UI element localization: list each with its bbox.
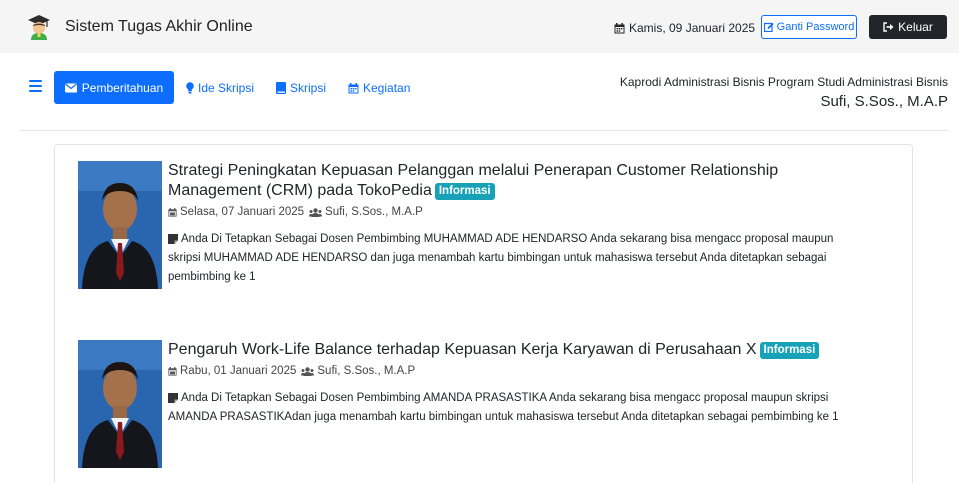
nav-item-ide-skripsi[interactable]: Ide Skripsi [186, 81, 254, 95]
sign-out-icon [883, 22, 894, 32]
nav-label: Pemberitahuan [81, 80, 164, 95]
note-icon [168, 234, 178, 244]
profile-photo [78, 340, 162, 468]
menu-toggle-icon[interactable] [29, 80, 42, 92]
logout-button[interactable]: Keluar [869, 15, 947, 39]
logout-label: Keluar [898, 20, 933, 34]
nav-item-skripsi[interactable]: Skripsi [276, 81, 326, 95]
nav-label: Kegiatan [363, 81, 411, 95]
graduate-logo-icon [28, 15, 50, 40]
users-icon [309, 207, 323, 217]
nav-label: Ide Skripsi [198, 81, 255, 95]
note-icon [168, 393, 178, 403]
users-icon [301, 366, 315, 376]
change-password-label: Ganti Password [776, 21, 855, 33]
calendar-icon [614, 22, 625, 33]
notification-body: Pengaruh Work-Life Balance terhadap Kepu… [168, 340, 868, 427]
envelope-icon [64, 83, 77, 92]
nav-item-pemberitahuan[interactable]: Pemberitahuan [54, 71, 174, 104]
app-title: Sistem Tugas Akhir Online [65, 18, 253, 35]
notification-body: Strategi Peningkatan Kepuasan Pelanggan … [168, 161, 868, 287]
notification-description: Anda Di Tetapkan Sebagai Dosen Pembimbin… [168, 233, 834, 283]
date-text: Kamis, 09 Januari 2025 [629, 21, 756, 35]
calendar-icon [168, 207, 177, 217]
user-role: Kaprodi Administrasi Bisnis Program Stud… [619, 75, 948, 89]
nav-item-kegiatan[interactable]: Kegiatan [348, 81, 410, 95]
notification-meta: Rabu, 01 Januari 2025 Sufi, S.Sos., M.A.… [168, 365, 868, 377]
top-bar: Sistem Tugas Akhir Online Kamis, 09 Janu… [0, 0, 959, 53]
edit-icon [763, 22, 774, 32]
notification-title[interactable]: Pengaruh Work-Life Balance terhadap Kepu… [168, 340, 868, 360]
lightbulb-icon [186, 82, 194, 94]
book-icon [276, 82, 286, 94]
info-badge: Informasi [434, 183, 495, 200]
notification-date: Rabu, 01 Januari 2025 [180, 365, 297, 377]
divider [19, 130, 948, 131]
nav-label: Skripsi [290, 81, 327, 95]
info-badge: Informasi [759, 342, 820, 359]
notification-description: Anda Di Tetapkan Sebagai Dosen Pembimbin… [168, 392, 839, 423]
calendar-icon [168, 366, 177, 376]
notification-meta: Selasa, 07 Januari 2025 Sufi, S.Sos., M.… [168, 206, 868, 218]
notification-author: Sufi, S.Sos., M.A.P [325, 206, 423, 218]
notification-author: Sufi, S.Sos., M.A.P [317, 365, 416, 377]
profile-photo [78, 161, 162, 289]
change-password-button[interactable]: Ganti Password [761, 15, 857, 39]
notification-date: Selasa, 07 Januari 2025 [180, 206, 305, 218]
current-date: Kamis, 09 Januari 2025 [614, 21, 755, 35]
calendar-icon [348, 82, 359, 93]
user-name: Sufi, S.Sos., M.A.P [820, 93, 948, 110]
notification-title[interactable]: Strategi Peningkatan Kepuasan Pelanggan … [168, 161, 868, 201]
